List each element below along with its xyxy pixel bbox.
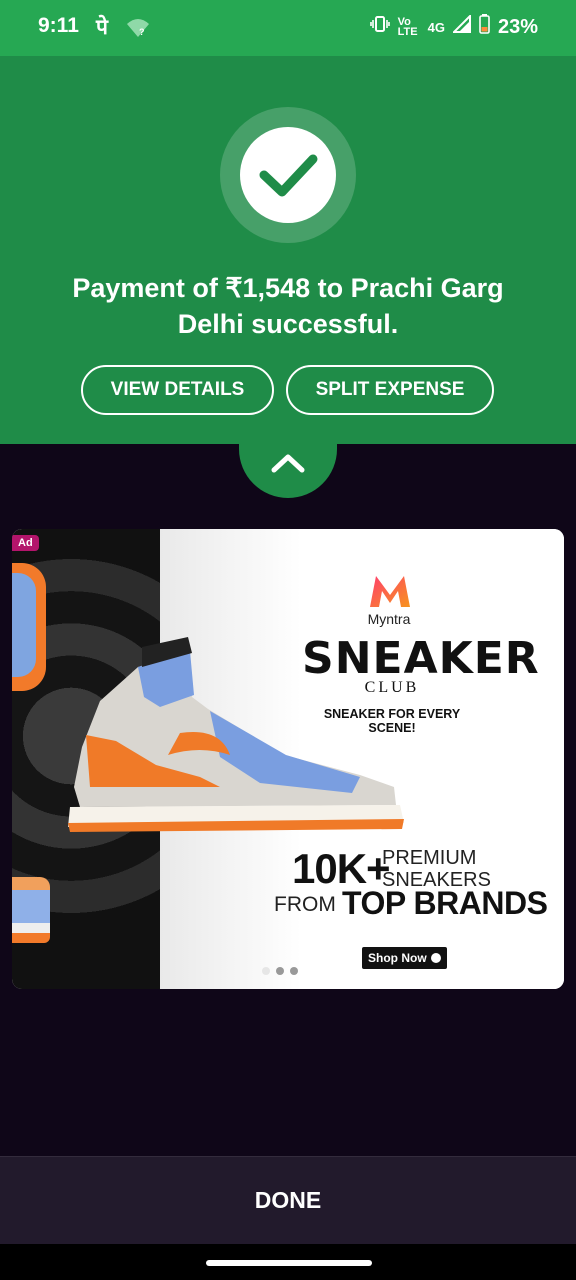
done-button[interactable]: DONE bbox=[0, 1156, 576, 1244]
carousel-dot[interactable] bbox=[276, 967, 284, 975]
checkmark-icon bbox=[259, 154, 318, 197]
status-bar: 9:11 पे ? Vo LTE 4G 23% bbox=[0, 0, 576, 56]
success-badge bbox=[220, 107, 356, 243]
signal-icon bbox=[451, 13, 471, 39]
chevron-up-icon bbox=[271, 454, 305, 473]
sneaker-sole-image bbox=[12, 563, 46, 691]
myntra-logo-icon bbox=[370, 576, 410, 607]
battery-icon bbox=[479, 14, 490, 40]
battery-level: 23% bbox=[497, 15, 538, 38]
phonepe-notification-icon: पे bbox=[96, 16, 108, 39]
shop-now-button[interactable]: Shop Now bbox=[362, 947, 447, 969]
ad-badge: Ad bbox=[12, 535, 39, 551]
carousel-dots bbox=[262, 967, 298, 975]
shop-now-label: Shop Now bbox=[368, 951, 427, 965]
status-time: 9:11 bbox=[38, 14, 79, 37]
sneaker-image bbox=[68, 637, 404, 832]
carousel-dot[interactable] bbox=[290, 967, 298, 975]
status-indicators: Vo LTE 4G 23% bbox=[369, 13, 538, 40]
stat-caption-line1: PREMIUM bbox=[382, 847, 477, 869]
home-indicator[interactable] bbox=[206, 1260, 372, 1266]
svg-text:?: ? bbox=[139, 27, 145, 37]
sneaker-thumbnail-image bbox=[12, 877, 50, 943]
from-text: FROM bbox=[274, 893, 336, 916]
ad-banner[interactable]: Ad Myntra SNEAKER CLUB SNEAKER FOR EVERY… bbox=[12, 529, 564, 989]
check-circle bbox=[240, 127, 336, 223]
brand-name: Myntra bbox=[367, 611, 411, 627]
network-type: 4G bbox=[427, 19, 445, 35]
volte-label: Vo LTE bbox=[397, 16, 418, 38]
payment-success-message: Payment of ₹1,548 to Prachi Garg Delhi s… bbox=[72, 273, 504, 339]
arrow-circle-icon bbox=[430, 953, 441, 963]
vibrate-icon bbox=[369, 15, 390, 39]
top-brands-text: TOP BRANDS bbox=[342, 885, 548, 921]
split-expense-button[interactable]: SPLIT EXPENSE bbox=[286, 365, 494, 415]
carousel-dot[interactable] bbox=[262, 967, 270, 975]
navigation-bar bbox=[0, 1244, 576, 1280]
done-label: DONE bbox=[254, 1187, 322, 1213]
view-details-button[interactable]: VIEW DETAILS bbox=[81, 365, 274, 415]
wifi-icon: ? bbox=[126, 16, 150, 38]
payment-success-header: Payment of ₹1,548 to Prachi Garg Delhi s… bbox=[0, 56, 576, 444]
